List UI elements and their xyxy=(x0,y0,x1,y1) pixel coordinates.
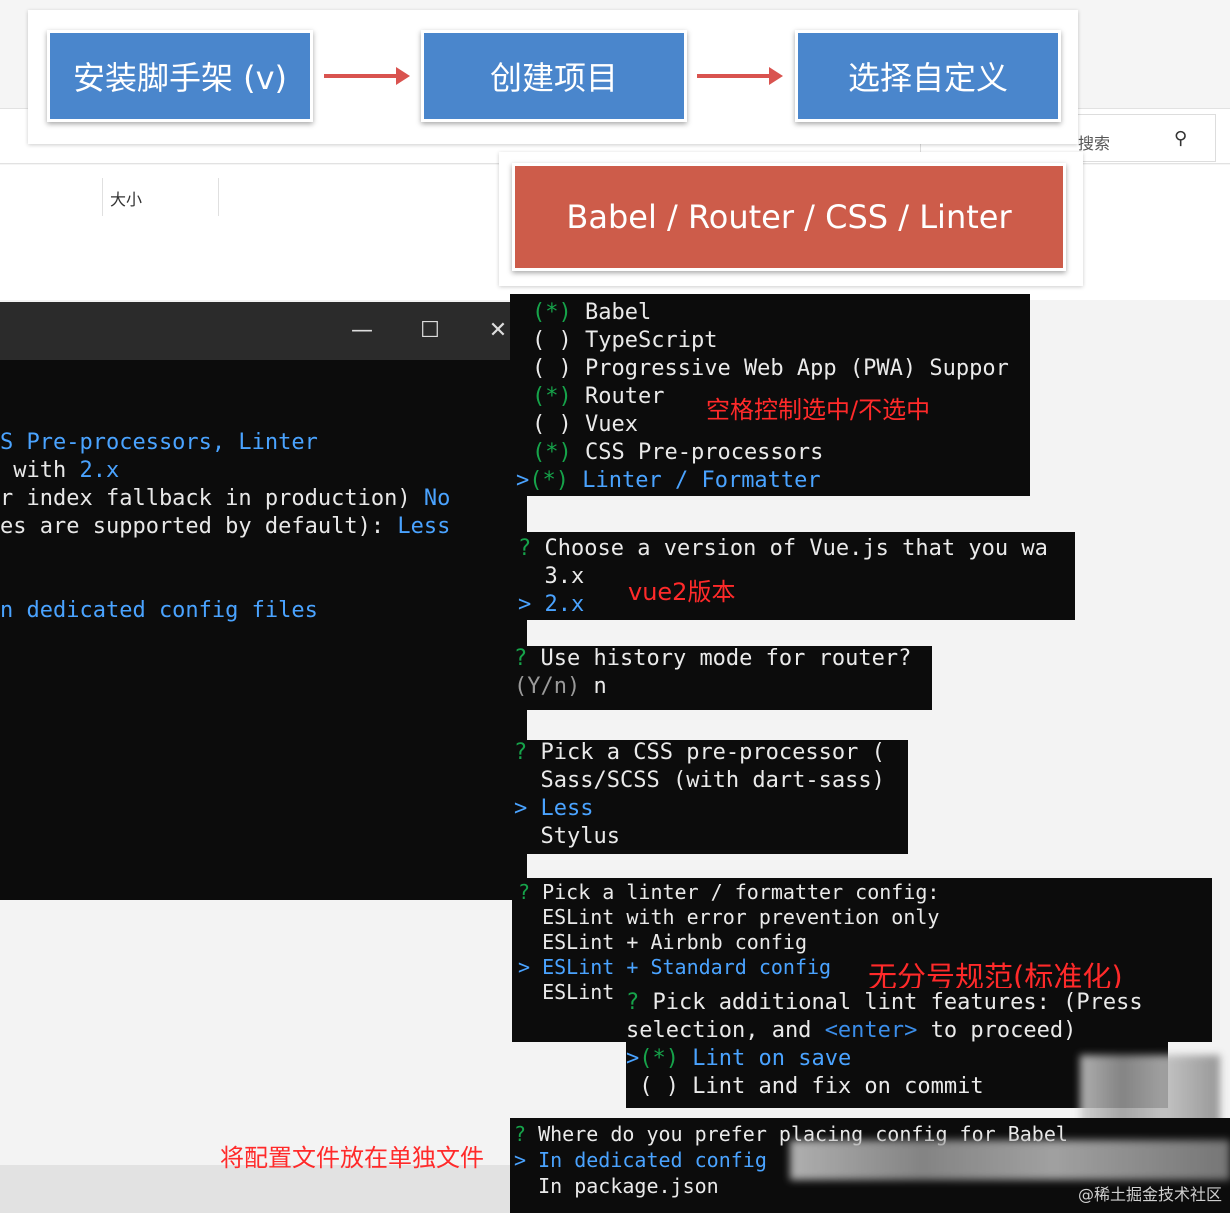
connector-line xyxy=(519,854,527,878)
annotation-separate-config: 将配置文件放在单独文件 xyxy=(220,1144,484,1172)
flow-arrow-icon xyxy=(697,67,783,85)
terminal-line: with 2.x xyxy=(0,458,120,483)
close-icon[interactable]: ✕ xyxy=(486,318,510,343)
maximize-icon[interactable]: ☐ xyxy=(418,318,442,343)
column-header-size[interactable]: 大小 xyxy=(110,186,142,210)
features-summary: Babel / Router / CSS / Linter xyxy=(512,163,1066,271)
annotation-vue2: vue2版本 xyxy=(628,578,736,606)
terminal-line: n dedicated config files xyxy=(0,598,318,623)
flow-step-choose-custom: 选择自定义 xyxy=(795,30,1061,122)
connector-line xyxy=(519,710,527,740)
terminal-line: es are supported by default): Less xyxy=(0,514,451,539)
vue-version-terminal: ? Choose a version of Vue.js that you wa… xyxy=(510,532,1075,620)
flow-step-create-project: 创建项目 xyxy=(421,30,687,122)
connector-line xyxy=(519,496,527,536)
terminal-line: S Pre-processors, Linter xyxy=(0,430,318,455)
search-icon[interactable]: ⚲ xyxy=(1174,128,1187,149)
flow-step-install-cli: 安装脚手架 (v) xyxy=(47,30,313,122)
terminal-titlebar xyxy=(0,302,520,360)
search-placeholder: 搜索 xyxy=(1078,134,1111,153)
history-mode-terminal: ? Use history mode for router? (Y/n) n xyxy=(510,646,932,710)
flow-arrow-icon xyxy=(324,67,410,85)
connector-line xyxy=(519,618,527,648)
minimize-icon[interactable]: — xyxy=(350,318,374,343)
blurred-region xyxy=(790,1140,1230,1180)
annotation-space-toggle: 空格控制选中/不选中 xyxy=(706,396,931,424)
column-divider xyxy=(102,178,103,216)
css-preprocessor-terminal: ? Pick a CSS pre-processor ( Sass/SCSS (… xyxy=(510,740,908,854)
terminal-line: r index fallback in production) No xyxy=(0,486,451,511)
watermark: @稀土掘金技术社区 xyxy=(1077,1185,1222,1204)
column-divider xyxy=(218,178,219,216)
